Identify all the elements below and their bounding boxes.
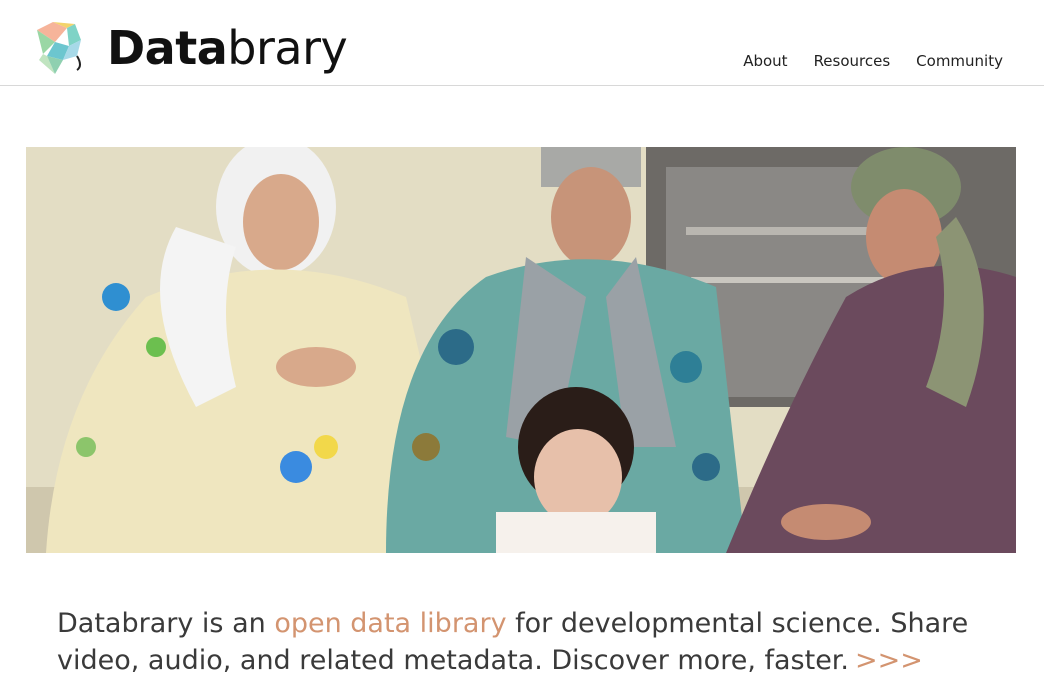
leaf-logo-icon [37, 22, 81, 74]
open-data-library-link[interactable]: open data library [274, 608, 506, 639]
brand-name-bold: Data [107, 21, 228, 75]
main-nav: About Resources Community [743, 52, 1003, 70]
brand-name-light: brary [227, 21, 348, 75]
home-logo-link[interactable]: Databrary [33, 20, 348, 76]
tagline-text-before: Databrary is an [57, 608, 275, 639]
nav-community[interactable]: Community [916, 52, 1003, 70]
tagline: Databrary is an open data library for de… [57, 605, 997, 679]
hero-photo [26, 147, 1016, 553]
site-header: Databrary About Resources Community [0, 0, 1044, 86]
nav-resources[interactable]: Resources [814, 52, 891, 70]
hero-photo-illustration [26, 147, 1016, 553]
brand-wordmark: Databrary [107, 20, 348, 76]
nav-about[interactable]: About [743, 52, 787, 70]
